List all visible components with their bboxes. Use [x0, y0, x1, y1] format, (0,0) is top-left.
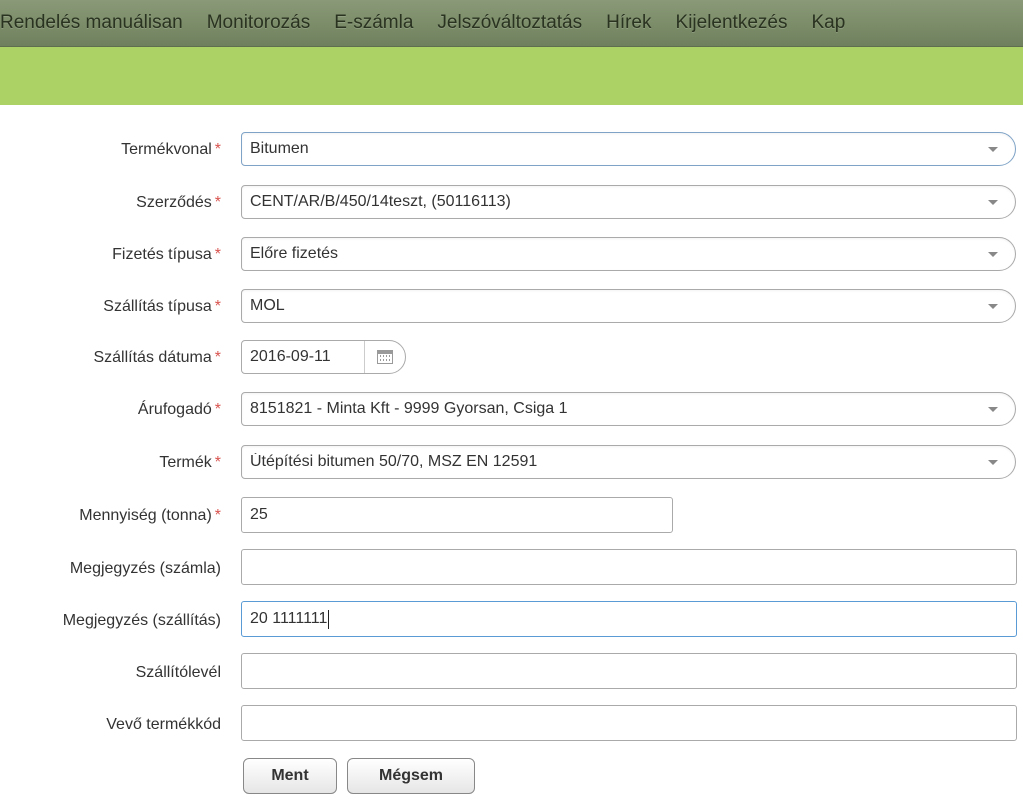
chevron-down-icon [988, 303, 998, 309]
customer-product-code-input[interactable] [241, 705, 1017, 741]
consignee-value: 8151821 - Minta Kft - 9999 Gyorsan, Csig… [250, 400, 568, 417]
customer-product-code-label: Vevő termékkód [106, 716, 221, 733]
consignee-select[interactable]: 8151821 - Minta Kft - 9999 Gyorsan, Csig… [241, 392, 1016, 426]
invoice-note-label: Megjegyzés (számla) [69, 560, 221, 577]
chevron-down-icon [988, 406, 998, 412]
payment-type-label: Fizetés típusa * [112, 246, 221, 263]
product-line-label: Termékvonal * [121, 141, 221, 158]
calendar-button[interactable] [363, 341, 405, 373]
nav-item-e-invoice[interactable]: E-számla [334, 12, 413, 34]
delivery-date-picker: 2016-09-11 [241, 340, 406, 374]
required-mark: * [214, 349, 221, 366]
payment-type-value: Előre fizetés [250, 245, 339, 262]
quantity-input[interactable]: 25 [241, 497, 673, 533]
cancel-button[interactable]: Mégsem [347, 758, 475, 794]
required-mark: * [214, 141, 221, 158]
save-button[interactable]: Ment [243, 758, 337, 794]
nav-item-logout[interactable]: Kijelentkezés [676, 12, 788, 34]
quantity-label: Mennyiség (tonna) * [79, 507, 221, 524]
chevron-down-icon [988, 146, 998, 152]
required-mark: * [214, 246, 221, 263]
nav-item-monitoring[interactable]: Monitorozás [207, 12, 311, 34]
required-mark: * [214, 507, 221, 524]
invoice-note-input[interactable] [241, 549, 1017, 585]
nav-item-password-change[interactable]: Jelszóváltoztatás [437, 12, 582, 34]
required-mark: * [214, 298, 221, 315]
nav-item-news[interactable]: Hírek [606, 12, 651, 34]
contract-select[interactable]: CENT/AR/B/450/14teszt, (50116113) [241, 185, 1016, 219]
delivery-date-label: Szállítás dátuma * [93, 349, 221, 366]
required-mark: * [214, 454, 221, 471]
contract-label: Szerződés * [136, 194, 221, 211]
top-nav: Rendelés manuálisan Monitorozás E-számla… [0, 0, 1023, 47]
delivery-note-comment-value: 20 1111111 [250, 610, 328, 627]
consignee-label: Árufogadó * [137, 401, 221, 418]
product-line-value: Bitumen [250, 140, 309, 157]
delivery-note-comment-label: Megjegyzés (szállítás) [62, 612, 221, 629]
product-line-select[interactable]: Bitumen [241, 132, 1016, 166]
delivery-type-value: MOL [250, 297, 285, 314]
product-label: Termék * [159, 454, 221, 471]
delivery-date-input[interactable]: 2016-09-11 [242, 348, 364, 366]
delivery-type-label: Szállítás típusa * [103, 298, 221, 315]
nav-item-contact[interactable]: Kap [811, 12, 845, 34]
text-caret [328, 609, 330, 629]
calendar-icon [376, 350, 393, 364]
payment-type-select[interactable]: Előre fizetés [241, 237, 1016, 271]
waybill-label: Szállítólevél [135, 664, 221, 681]
required-mark: * [214, 401, 221, 418]
product-select[interactable]: Útépítési bitumen 50/70, MSZ EN 12591 [241, 445, 1016, 479]
waybill-input[interactable] [241, 653, 1017, 689]
header-banner [0, 47, 1023, 105]
chevron-down-icon [988, 199, 998, 205]
delivery-note-comment-input[interactable]: 20 1111111 [241, 601, 1017, 637]
nav-item-manual-order[interactable]: Rendelés manuálisan [0, 12, 183, 34]
product-value: Útépítési bitumen 50/70, MSZ EN 12591 [250, 453, 538, 470]
required-mark: * [214, 194, 221, 211]
delivery-type-select[interactable]: MOL [241, 289, 1016, 323]
quantity-value: 25 [250, 506, 268, 523]
chevron-down-icon [988, 459, 998, 465]
chevron-down-icon [988, 251, 998, 257]
contract-value: CENT/AR/B/450/14teszt, (50116113) [250, 193, 511, 210]
